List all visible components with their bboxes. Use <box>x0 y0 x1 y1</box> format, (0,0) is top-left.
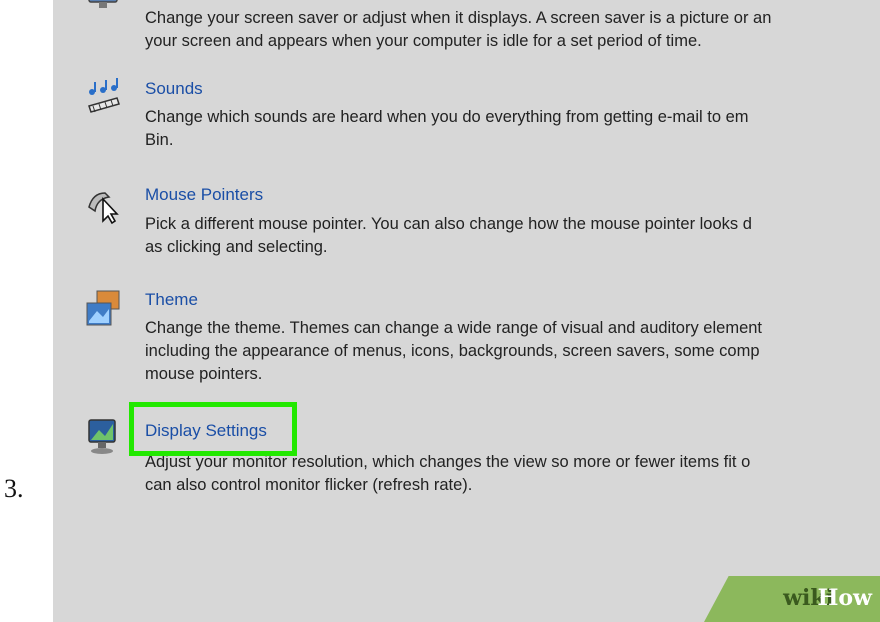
personalization-window: Change your screen saver or adjust when … <box>53 0 880 622</box>
screen-saver-description: Change your screen saver or adjust when … <box>145 9 772 50</box>
step-number: 3. <box>4 474 24 503</box>
watermark-how-text: How <box>817 585 872 611</box>
mouse-pointer-icon <box>83 185 123 225</box>
display-settings-description: Adjust your monitor resolution, which ch… <box>145 453 751 494</box>
sounds-description: Change which sounds are heard when you d… <box>145 108 749 149</box>
mouse-pointers-link[interactable]: Mouse Pointers <box>145 185 263 205</box>
screen-saver-icon <box>83 0 123 14</box>
wikihow-watermark: wiki How <box>704 576 880 622</box>
theme-link[interactable]: Theme <box>145 290 198 310</box>
highlight-box <box>129 402 297 456</box>
sounds-icon <box>83 76 123 116</box>
theme-icon <box>83 289 123 329</box>
theme-description: Change the theme. Themes can change a wi… <box>145 319 763 383</box>
monitor-icon <box>83 418 123 458</box>
mouse-pointers-description: Pick a different mouse pointer. You can … <box>145 215 752 256</box>
sounds-link[interactable]: Sounds <box>145 79 203 99</box>
